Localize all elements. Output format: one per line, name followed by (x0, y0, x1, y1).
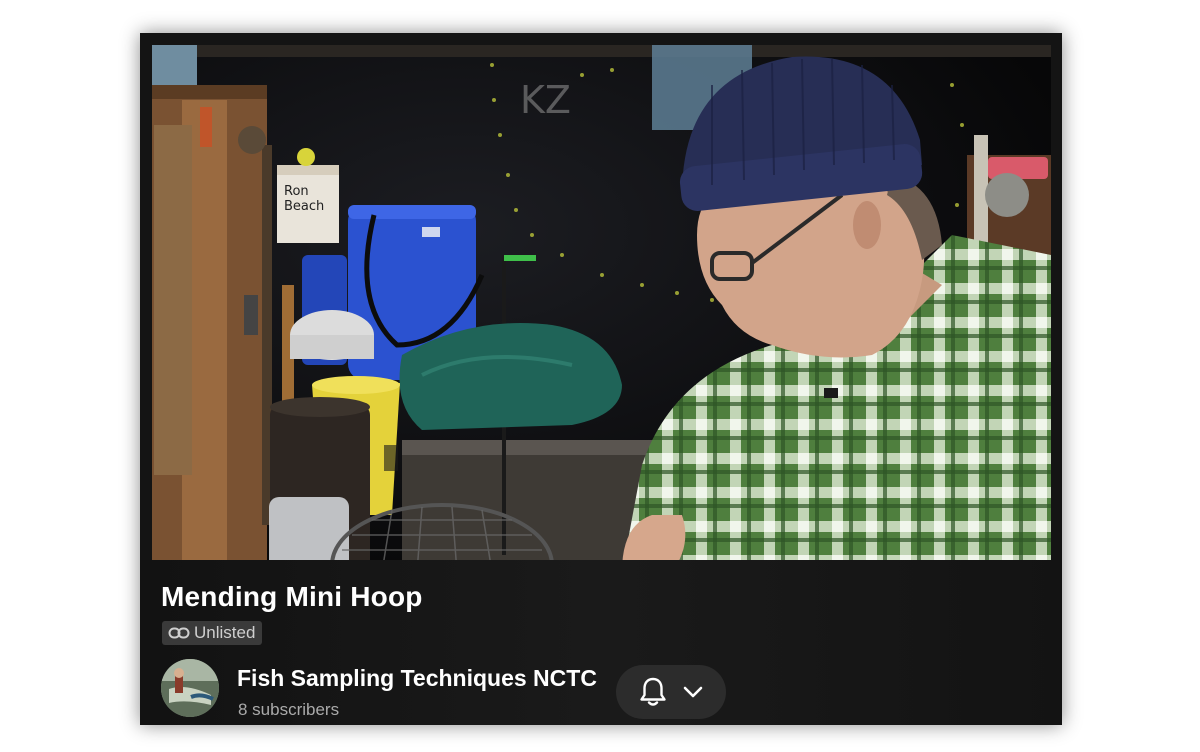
sign-line-2: Beach (284, 199, 324, 214)
link-icon (168, 627, 190, 639)
subscription-notification-button[interactable] (616, 665, 726, 719)
video-title: Mending Mini Hoop (161, 581, 423, 612)
video-frame-image: KZ Ron Beach (152, 45, 1051, 572)
video-player[interactable]: KZ Ron Beach (152, 45, 1051, 572)
channel-avatar-image (161, 659, 219, 717)
channel-avatar[interactable] (161, 659, 219, 717)
visibility-label: Unlisted (194, 623, 256, 642)
visibility-badge: Unlisted (162, 621, 263, 645)
video-card: KZ Ron Beach Mending Mini Hoop Unlisted … (140, 33, 1062, 725)
chevron-down-icon (683, 686, 703, 698)
video-info-panel: Mending Mini Hoop Unlisted Fish Sampling… (140, 560, 1062, 725)
wall-letters: KZ (520, 78, 571, 122)
bell-icon (640, 677, 666, 706)
channel-name[interactable]: Fish Sampling Techniques NCTC (237, 665, 597, 692)
subscriber-count: 8 subscribers (238, 700, 340, 719)
sign-line-1: Ron (284, 184, 309, 199)
